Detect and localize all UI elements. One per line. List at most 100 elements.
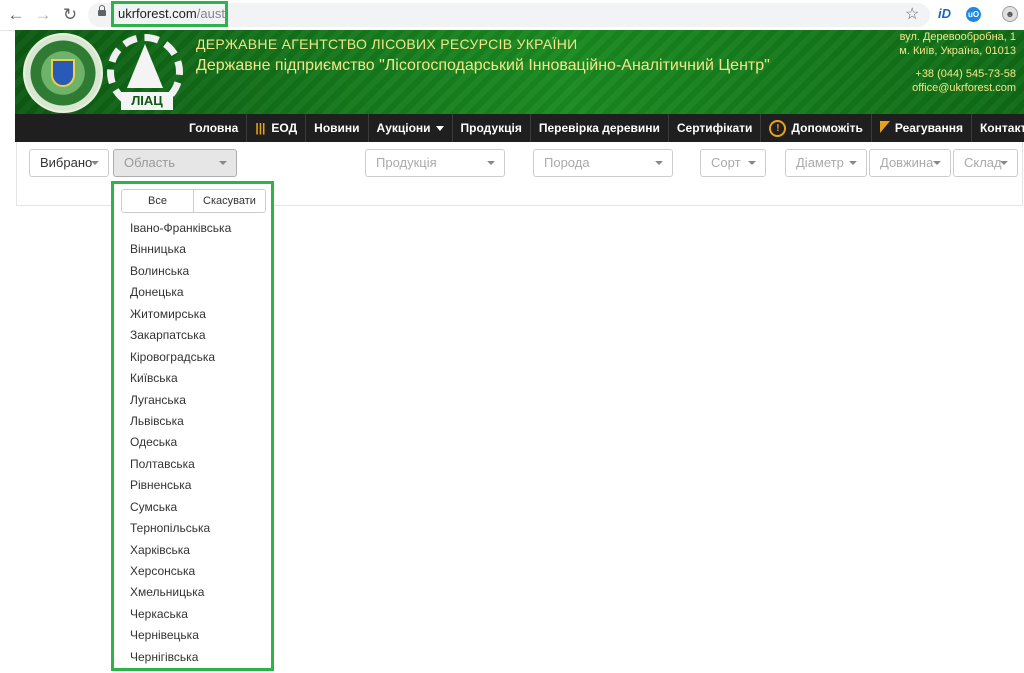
region-option[interactable]: Хмельницька <box>114 582 271 603</box>
exclamation-icon: ! <box>769 119 787 137</box>
bookmark-star-icon[interactable]: ☆ <box>905 4 919 24</box>
region-option[interactable]: Чернігівська <box>114 647 271 668</box>
region-option[interactable]: Житомирська <box>114 304 271 325</box>
length-filter-select[interactable]: Довжина <box>869 149 951 177</box>
nav-label: Головна <box>189 121 239 135</box>
bars-icon: ||| <box>255 121 266 135</box>
nav-label: Сертифікати <box>676 121 753 135</box>
selected-filter-select[interactable]: Вибрано <box>29 149 109 177</box>
select-label: Довжина <box>880 155 934 170</box>
url-path: /austat <box>196 6 225 21</box>
select-all-button[interactable]: Все <box>122 190 193 212</box>
region-option[interactable]: Тернопільська <box>114 518 271 539</box>
region-option[interactable]: Сумська <box>114 497 271 518</box>
browser-toolbar: ← → ↻ ukrforest.com/austat ☆ iD uO ☻ <box>0 0 1024 31</box>
address-line-2: м. Київ, Україна, 01013 <box>899 45 1016 57</box>
region-option[interactable]: Харківська <box>114 540 271 561</box>
region-list: Івано-Франківська Вінницька Волинська Донец… <box>114 218 271 668</box>
url-host: ukrforest.com <box>118 6 197 21</box>
nav-label: Контакти <box>979 121 1024 135</box>
caret-down-icon <box>435 125 444 131</box>
enterprise-title: Державне підприємство "Лісогосподарський… <box>196 57 770 74</box>
back-icon[interactable]: ← <box>5 4 27 26</box>
agency-seal-logo[interactable] <box>23 33 103 113</box>
select-label: Діаметр <box>796 155 844 170</box>
region-option[interactable]: Кіровоградська <box>114 347 271 368</box>
nav-label: Реагування <box>894 121 963 135</box>
region-option[interactable]: Одеська <box>114 432 271 453</box>
region-option[interactable]: Івано-Франківська <box>114 218 271 239</box>
forward-icon[interactable]: → <box>32 4 54 26</box>
tree-icon <box>127 44 163 88</box>
select-label: Порода <box>544 155 590 170</box>
nav-eod[interactable]: ||| ЕОД <box>247 114 307 142</box>
url-highlight[interactable]: ukrforest.com/austat <box>111 1 228 27</box>
select-label: Вибрано <box>40 155 93 170</box>
extension-id-icon[interactable]: iD <box>938 6 951 21</box>
region-option[interactable]: Херсонська <box>114 561 271 582</box>
nav-label: Новини <box>314 121 360 135</box>
warehouse-filter-select[interactable]: Склад <box>953 149 1018 177</box>
chevron-down-icon <box>487 161 495 165</box>
chevron-down-icon <box>849 161 857 165</box>
product-filter-select[interactable]: Продукція <box>365 149 505 177</box>
nav-response[interactable]: Реагування <box>872 114 972 142</box>
select-label: Сорт <box>711 155 741 170</box>
region-option[interactable]: Чернівецька <box>114 625 271 646</box>
dropdown-actions: Все Скасувати <box>121 189 266 213</box>
nav-label: Аукціони <box>376 121 431 135</box>
region-dropdown: Все Скасувати Івано-Франківська Вінницька… <box>111 181 274 671</box>
chevron-down-icon <box>91 161 99 165</box>
nav-label: ЕОД <box>271 121 298 135</box>
region-option[interactable]: Рівненська <box>114 475 271 496</box>
chevron-down-icon <box>219 161 227 165</box>
species-filter-select[interactable]: Порода <box>533 149 673 177</box>
region-option[interactable]: Закарпатська <box>114 325 271 346</box>
chevron-down-icon <box>655 161 663 165</box>
trident-icon <box>51 59 75 87</box>
cancel-button[interactable]: Скасувати <box>193 190 265 212</box>
chevron-down-icon <box>1000 161 1008 165</box>
nav-label: Перевірка деревини <box>538 121 660 135</box>
extension-ublock-icon[interactable]: uO <box>966 7 981 22</box>
region-option[interactable]: Черкаська <box>114 604 271 625</box>
region-option[interactable]: Луганська <box>114 390 271 411</box>
nav-timber-check[interactable]: Перевірка деревини <box>531 114 669 142</box>
region-filter-select[interactable]: Область <box>113 149 237 177</box>
reload-icon[interactable]: ↻ <box>59 4 81 26</box>
nav-label: Допоможіть <box>791 121 863 135</box>
nav-help[interactable]: ! Допоможіть <box>761 114 872 142</box>
select-label: Область <box>124 155 176 170</box>
flag-icon <box>879 121 890 133</box>
region-option[interactable]: Полтавська <box>114 454 271 475</box>
chevron-down-icon <box>933 161 941 165</box>
diameter-filter-select[interactable]: Діаметр <box>785 149 867 177</box>
agency-title: ДЕРЖАВНЕ АГЕНТСТВО ЛІСОВИХ РЕСУРСІВ УКРА… <box>196 36 578 52</box>
nav-auctions[interactable]: Аукціони <box>369 114 453 142</box>
nav-contacts[interactable]: Контакти <box>972 114 1024 142</box>
address-line-1: вул. Деревообробна, 1 <box>899 31 1016 43</box>
main-navigation: Головна ||| ЕОД Новини Аукціони Продукція… <box>15 114 1024 142</box>
header-contacts: +38 (044) 545-73-58 office@ukrforest.com <box>912 67 1016 95</box>
region-option[interactable]: Вінницька <box>114 239 271 260</box>
lock-icon <box>98 5 106 16</box>
region-option[interactable]: Донецька <box>114 282 271 303</box>
region-option[interactable]: Львівська <box>114 411 271 432</box>
nav-certificates[interactable]: Сертифікати <box>669 114 762 142</box>
liac-logo[interactable]: ЛІАЦ <box>107 34 187 114</box>
select-label: Склад <box>964 155 1002 170</box>
email-link[interactable]: office@ukrforest.com <box>912 81 1016 95</box>
nav-home[interactable]: Головна <box>181 114 248 142</box>
liac-logo-text: ЛІАЦ <box>121 92 173 110</box>
phone-number[interactable]: +38 (044) 545-73-58 <box>912 67 1016 81</box>
header-address: вул. Деревообробна, 1 м. Київ, Україна, … <box>899 30 1016 58</box>
nav-label: Продукція <box>460 121 522 135</box>
region-option[interactable]: Волинська <box>114 261 271 282</box>
nav-news[interactable]: Новини <box>306 114 369 142</box>
nav-products[interactable]: Продукція <box>453 114 531 142</box>
select-label: Продукція <box>376 155 437 170</box>
region-option[interactable]: Київська <box>114 368 271 389</box>
chevron-down-icon <box>748 161 756 165</box>
profile-avatar-icon[interactable]: ☻ <box>1002 6 1018 22</box>
grade-filter-select[interactable]: Сорт <box>700 149 766 177</box>
